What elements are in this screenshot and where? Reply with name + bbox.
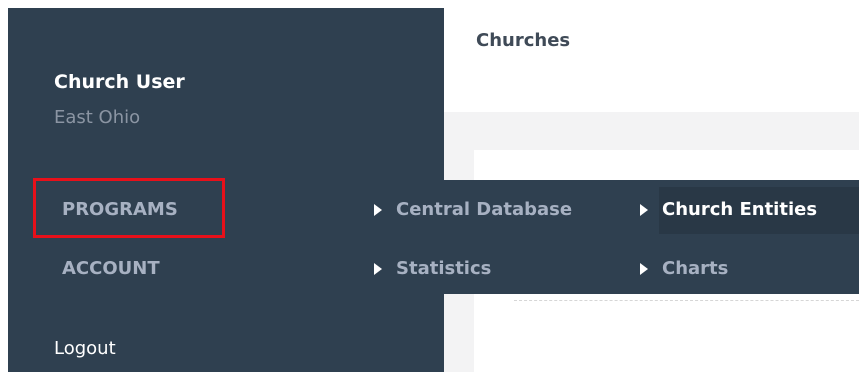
menu-item-label: Church Entities — [662, 199, 818, 220]
user-name: Church User — [54, 71, 185, 93]
caret-right-icon — [640, 262, 648, 275]
menu-item-label: Charts — [662, 258, 729, 279]
left-margin — [0, 0, 8, 372]
menu-item-label: Statistics — [396, 258, 492, 279]
menu-item-label: Central Database — [396, 199, 573, 220]
dashed-divider — [514, 300, 859, 301]
page-title: Churches — [476, 30, 571, 51]
menu-item-central-database[interactable]: Central Database — [374, 199, 572, 220]
user-organization: East Ohio — [54, 107, 141, 128]
caret-right-icon — [374, 262, 382, 275]
logout-link[interactable]: Logout — [54, 338, 116, 359]
menu-item-church-entities[interactable]: Church Entities — [640, 199, 817, 220]
nav-programs[interactable]: PROGRAMS — [62, 199, 178, 220]
caret-right-icon — [374, 203, 382, 216]
menu-item-statistics[interactable]: Statistics — [374, 258, 491, 279]
nav-account[interactable]: ACCOUNT — [62, 258, 160, 279]
caret-right-icon — [640, 203, 648, 216]
menu-item-charts[interactable]: Charts — [640, 258, 728, 279]
